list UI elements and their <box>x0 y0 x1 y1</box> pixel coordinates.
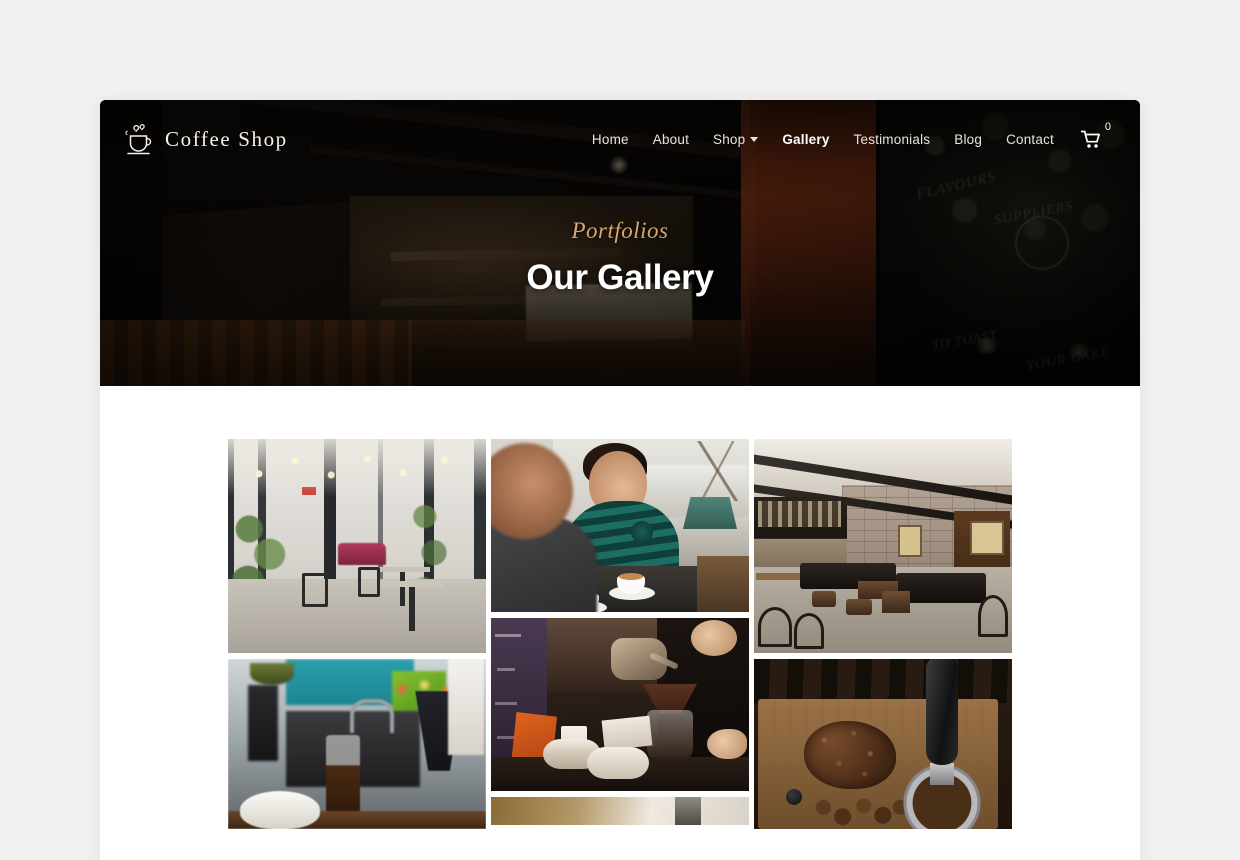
chevron-down-icon <box>750 136 759 142</box>
shopping-cart-icon <box>1081 130 1100 148</box>
gallery-image-3 <box>754 439 1012 653</box>
gallery-item-7[interactable] <box>491 797 749 825</box>
page-title: Our Gallery <box>526 258 714 297</box>
nav-item-testimonials[interactable]: Testimonials <box>854 132 931 147</box>
nav-item-about[interactable]: About <box>653 132 689 147</box>
cart-count-badge: 0 <box>1104 120 1111 133</box>
gallery-item-3[interactable] <box>754 439 1012 653</box>
brand-name: Coffee Shop <box>165 126 288 151</box>
gallery-image-6 <box>754 659 1012 829</box>
nav-item-shop[interactable]: Shop <box>713 131 759 147</box>
hero-subtitle: Portfolios <box>571 218 669 243</box>
gallery-item-2[interactable] <box>491 439 749 612</box>
site-header: Coffee Shop Home About Shop Gallery Test… <box>100 100 1140 178</box>
gallery-item-4[interactable] <box>491 618 749 791</box>
gallery-image-1 <box>228 439 486 653</box>
nav-item-contact[interactable]: Contact <box>1006 132 1054 147</box>
page-container: FLAVOURS SUPPLIERS TO TOAST YOUR CAKE <box>100 100 1140 860</box>
gallery-image-7 <box>491 797 749 825</box>
gallery-column-2 <box>491 439 749 825</box>
nav-item-gallery[interactable]: Gallery <box>782 132 829 147</box>
gallery-item-1[interactable] <box>228 439 486 653</box>
nav-item-blog[interactable]: Blog <box>954 132 982 147</box>
brand-logo[interactable]: Coffee Shop <box>122 119 288 159</box>
nav-item-home[interactable]: Home <box>592 132 629 147</box>
gallery-section <box>100 386 1140 829</box>
cart-button[interactable]: 0 <box>1081 121 1111 149</box>
gallery-image-2 <box>491 439 749 612</box>
coffee-cup-icon <box>125 124 152 155</box>
gallery-item-5[interactable] <box>228 659 486 829</box>
gallery-image-5 <box>228 659 486 829</box>
nav-item-shop-label: Shop <box>713 131 746 147</box>
hero-text-block: Portfolios Our Gallery <box>100 218 1140 298</box>
gallery-column-3 <box>754 439 1012 829</box>
gallery-image-4 <box>491 618 749 791</box>
main-navigation: Home About Shop Gallery Testimonials Blo… <box>592 121 1111 149</box>
gallery-item-6[interactable] <box>754 659 1012 829</box>
gallery-column-1 <box>228 439 486 829</box>
hero-banner: FLAVOURS SUPPLIERS TO TOAST YOUR CAKE <box>100 100 1140 386</box>
gallery-grid <box>228 439 1012 829</box>
